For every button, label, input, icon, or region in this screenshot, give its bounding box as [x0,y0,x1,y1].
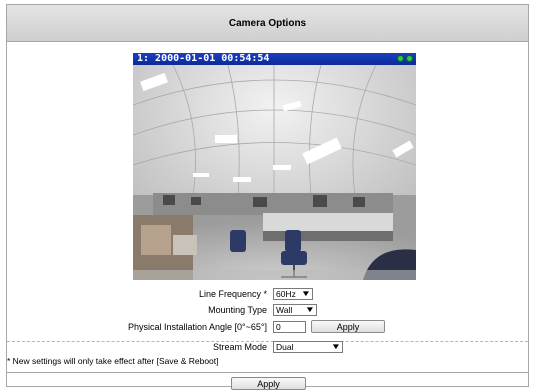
line-frequency-select[interactable]: 60Hz ▼ [273,288,313,300]
status-led-icon [397,55,404,62]
settings-note: * New settings will only take effect aft… [7,356,219,366]
stream-mode-value: Dual [276,342,294,352]
mounting-type-select[interactable]: Wall ▼ [273,304,317,316]
panel-title: Camera Options [7,5,528,42]
line-frequency-value: 60Hz [276,289,296,299]
timestamp-overlay: 1: 2000-01-01 00:54:54 [137,53,270,64]
chevron-down-icon: ▼ [330,342,342,351]
stream-mode-select[interactable]: Dual ▼ [273,341,343,353]
chevron-down-icon: ▼ [304,305,316,314]
fisheye-image [133,65,416,280]
mounting-type-label: Mounting Type [208,305,267,315]
stream-mode-label: Stream Mode [212,342,267,352]
preview-overlay-bar: 1: 2000-01-01 00:54:54 [133,53,416,65]
mounting-type-value: Wall [276,305,293,315]
footer-divider [7,372,528,373]
install-angle-input[interactable]: 0 [273,320,306,333]
install-angle-label: Physical Installation Angle [0°~65°] [127,321,267,332]
chevron-down-icon: ▼ [300,289,312,298]
status-led-icon [406,55,413,62]
apply-button[interactable]: Apply [231,377,306,390]
camera-preview: 1: 2000-01-01 00:54:54 [133,53,416,280]
camera-options-panel: Camera Options 1: 2000-01-01 00:54:54 Li… [6,4,529,390]
line-frequency-label: Line Frequency * [198,289,267,299]
apply-angle-button[interactable]: Apply [311,320,385,333]
